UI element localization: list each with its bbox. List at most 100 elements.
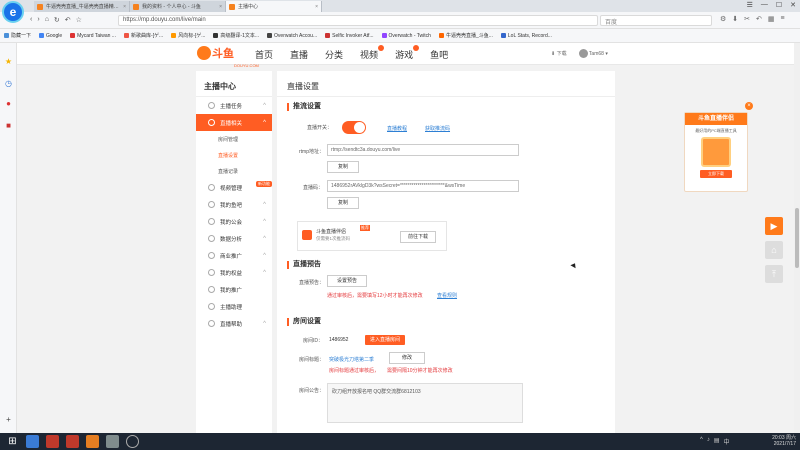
video-icon (208, 184, 215, 191)
download-companion-button[interactable]: 前往下载 (400, 231, 436, 243)
taskbar-app-icon[interactable] (106, 435, 119, 448)
favorite-icon[interactable]: ☆ (76, 16, 82, 24)
url-input[interactable]: https://mp.douyu.com/live/main (118, 15, 598, 26)
edit-title-button[interactable]: 修改 (389, 352, 425, 364)
submenu-live-records[interactable]: 直播记录 (196, 163, 272, 179)
nav-video[interactable]: 视频 (360, 45, 385, 61)
bookmark-item[interactable]: Overwatch - Twitch (381, 33, 431, 39)
bookmark-item[interactable]: LoL Stats, Record... (500, 33, 552, 39)
language-icon[interactable]: 中 (724, 437, 730, 446)
network-icon[interactable]: ▤ (714, 437, 720, 446)
tray-up-icon[interactable]: ^ (700, 437, 703, 446)
menu-item-business[interactable]: 商业推广 ^ (196, 247, 272, 264)
tab-2[interactable]: 我的资料 - 个人中心 - 斗鱼 × (130, 1, 226, 12)
volume-icon[interactable]: ♪ (707, 437, 710, 446)
menu-item-rights[interactable]: 我的权益 ^ (196, 264, 272, 281)
close-icon[interactable]: × (219, 4, 222, 10)
rtmp-field[interactable]: rtmp://sendtc3a.douyu.com/live (327, 144, 519, 156)
download-link[interactable]: ⬇ 下载 (551, 50, 567, 57)
nav-game[interactable]: 游戏 (395, 45, 420, 61)
taskbar-app-icon[interactable] (86, 435, 99, 448)
back-icon[interactable]: ‹ (30, 16, 32, 24)
close-icon[interactable]: × (315, 4, 318, 10)
nav-live[interactable]: 直播 (290, 48, 308, 61)
push-code-field[interactable]: 1486952rAVklgD3k?wsSecret=**************… (327, 180, 519, 192)
menu-item-label: 我的鱼吧 (220, 202, 243, 209)
copy-rtmp-button[interactable]: 复制 (327, 161, 359, 173)
taskbar-app-icon[interactable] (66, 435, 79, 448)
forward-icon[interactable]: › (37, 16, 39, 24)
nav-home[interactable]: 首页 (255, 48, 273, 61)
tab-3[interactable]: 主播中心 × (226, 1, 322, 12)
tab-1[interactable]: 牛逼壳壳直播_牛逼壳壳直播精彩视频_...× (34, 1, 130, 12)
undo-icon[interactable]: ↶ (756, 15, 762, 23)
scrollbar[interactable] (794, 43, 800, 433)
weibo-icon[interactable]: ● (4, 99, 13, 108)
close-icon[interactable]: × (123, 4, 126, 10)
user-menu[interactable]: Tam68 ▾ (578, 49, 608, 58)
nav-yuba[interactable]: 鱼吧 (430, 48, 448, 61)
history-icon[interactable]: ◷ (4, 79, 13, 88)
douyu-logo[interactable]: 斗鱼 DOUYU.COM (197, 45, 259, 68)
grid-icon[interactable]: ▦ (768, 15, 775, 23)
more-icon[interactable]: ≡ (781, 15, 785, 23)
search-input[interactable]: 百度 (600, 15, 712, 26)
copy-code-button[interactable]: 复制 (327, 197, 359, 209)
taskbar-app-icon[interactable] (26, 435, 39, 448)
menu-item-video[interactable]: 视频管理 新功能 (196, 179, 272, 196)
close-window-icon[interactable]: ✕ (790, 1, 796, 9)
scissors-icon[interactable]: ✂ (744, 15, 750, 23)
download-icon[interactable]: ⬇ (732, 15, 738, 23)
minimize-icon[interactable]: — (761, 1, 768, 9)
nav-category[interactable]: 分类 (325, 48, 343, 61)
bookmark-item[interactable]: 牛逼壳壳直播_斗鱼... (438, 32, 493, 39)
bookmark-item[interactable]: Selfic Invoker Atf... (325, 33, 374, 39)
bookmark-item[interactable]: Mycard Taiwan ... (70, 33, 116, 39)
add-icon[interactable]: + (4, 415, 13, 424)
star-icon[interactable]: ★ (4, 57, 13, 66)
view-rules-link[interactable]: 查看规则 (437, 292, 457, 299)
bookmark-item[interactable]: 隐藏一下 (4, 32, 31, 39)
undo-icon[interactable]: ↶ (65, 16, 71, 24)
taskbar-app-icon[interactable] (126, 435, 139, 448)
app-icon[interactable]: ■ (4, 121, 13, 130)
menu-item-yuba[interactable]: 我的鱼吧 ^ (196, 196, 272, 213)
taskbar-app-icon[interactable] (46, 435, 59, 448)
menu-item-analytics[interactable]: 数据分析 ^ (196, 230, 272, 247)
ad-download-button[interactable]: 立即下载 (700, 170, 732, 178)
start-menu-icon[interactable]: ⊞ (6, 435, 19, 448)
menu-item-assistant[interactable]: 主播助理 (196, 298, 272, 315)
browser-logo-icon[interactable]: e (2, 1, 24, 23)
bookmark-item[interactable]: 新歌曲库-[ゲ... (123, 32, 163, 39)
get-push-code-link[interactable]: 获取推流码 (425, 125, 450, 132)
play-icon[interactable]: ▶ (765, 217, 783, 235)
maximize-icon[interactable]: ☐ (776, 1, 782, 9)
bookmark-item[interactable]: 高级翻译-1文本... (213, 32, 259, 39)
submenu-live-settings[interactable]: 直播设置 (196, 147, 272, 163)
bookmark-item[interactable]: Google (39, 33, 62, 39)
ad-close-icon[interactable]: × (745, 102, 753, 110)
refresh-icon[interactable]: ↻ (54, 16, 60, 24)
menu-item-live[interactable]: 直播相关 ^ (196, 114, 272, 131)
header-right: ⬇ 下载 Tam68 ▾ (551, 49, 608, 58)
set-preview-button[interactable]: 设置预告 (327, 275, 367, 287)
live-toggle[interactable] (342, 121, 366, 134)
home-icon[interactable]: ⌂ (45, 16, 49, 24)
notice-textarea[interactable]: 砍刀组开放报名吧 QQ群交流群6812103 (327, 383, 523, 423)
menu-item-tasks[interactable]: 主播任务 ^ (196, 97, 272, 114)
menu-icon[interactable]: ☰ (747, 1, 753, 9)
bookmark-item[interactable]: Overwatch Accou... (267, 33, 317, 39)
menu-item-help[interactable]: 直播帮助 ^ (196, 315, 272, 332)
back-to-top-icon[interactable]: ⤒ (765, 265, 783, 283)
submenu-room-manage[interactable]: 房间管理 (196, 131, 272, 147)
menu-item-promotion[interactable]: 我的推广 (196, 281, 272, 298)
enter-room-button[interactable]: 进入直播房间 (365, 335, 405, 345)
clock[interactable]: 20:03 周六 2021/7/17 (772, 435, 796, 447)
companion-ad[interactable]: 斗鱼直播伴侣 最好用的PC端直播工具 立即下载 (684, 112, 748, 192)
bookmark-item[interactable]: 风向标-[ゲ... (171, 32, 205, 39)
menu-item-guild[interactable]: 我的公会 ^ (196, 213, 272, 230)
home-float-icon[interactable]: ⌂ (765, 241, 783, 259)
extension-icon[interactable]: ⚙ (720, 15, 726, 23)
tutorial-link[interactable]: 直播教程 (387, 125, 407, 132)
scrollbar-thumb[interactable] (795, 208, 799, 268)
